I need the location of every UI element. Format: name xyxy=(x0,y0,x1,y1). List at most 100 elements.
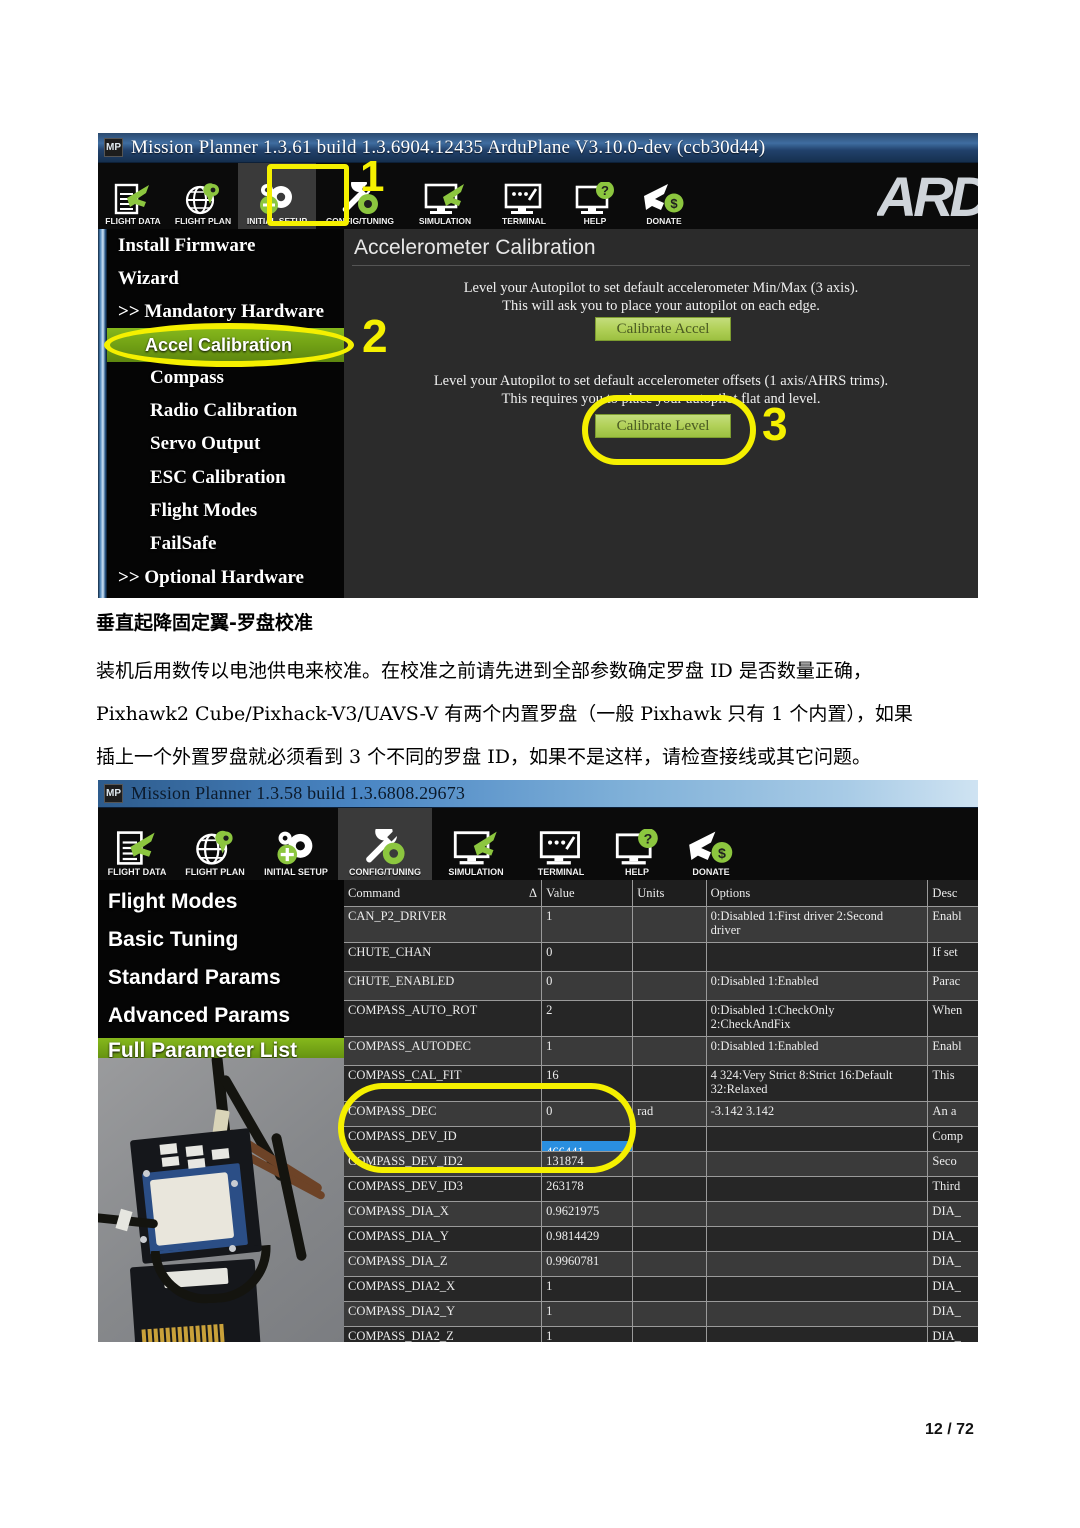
toolbar-button-terminal[interactable]: TERMINAL xyxy=(486,163,562,229)
sidebar-item-compass[interactable]: Compass xyxy=(150,367,224,389)
column-header-desc[interactable]: Desc xyxy=(928,880,978,906)
sidebar-item-servo-output[interactable]: Servo Output xyxy=(150,433,260,455)
setup-sidebar[interactable]: Install Firmware Wizard >> Mandatory Har… xyxy=(98,229,361,598)
cell-value[interactable]: 0.9960781 xyxy=(542,1252,634,1276)
sidebar-item-install-firmware[interactable]: Install Firmware xyxy=(118,235,255,257)
column-header-units[interactable]: Units xyxy=(633,880,707,906)
photo-gps-patch-antenna xyxy=(149,1172,235,1246)
ardupilot-logo: ARD xyxy=(877,163,978,229)
calibrate-level-button[interactable]: Calibrate Level xyxy=(595,414,731,438)
sidebar-item-optional-hardware[interactable]: >> Optional Hardware xyxy=(118,567,304,589)
cell-value[interactable]: 0 xyxy=(542,972,634,1000)
accel-instruction-line-2: This will ask you to place your autopilo… xyxy=(502,298,820,314)
table-row[interactable]: COMPASS_AUTO_ROT 2 0:Disabled 1:CheckOnl… xyxy=(344,1001,978,1037)
toolbar-button-flight-data[interactable]: FLIGHT DATA xyxy=(98,163,168,229)
toolbar-button-flight-plan[interactable]: FLIGHT PLAN xyxy=(168,163,238,229)
table-row[interactable]: CHUTE_ENABLED 0 0:Disabled 1:Enabled Par… xyxy=(344,972,978,1001)
table-row[interactable]: COMPASS_CAL_FIT 16 4 324:Very Strict 8:S… xyxy=(344,1066,978,1102)
svg-text:?: ? xyxy=(601,183,609,198)
cell-command: COMPASS_DIA_Z xyxy=(344,1252,543,1276)
toolbar2-button-simulation[interactable]: SIMULATION xyxy=(432,808,520,880)
sidebar-item-accel-calibration[interactable]: Accel Calibration xyxy=(107,328,361,362)
toolbar2-label-help: HELP xyxy=(624,867,649,877)
sidebar2-item-advanced-params[interactable]: Advanced Params xyxy=(108,1004,290,1028)
sidebar-item-mandatory-hardware[interactable]: >> Mandatory Hardware xyxy=(118,301,324,323)
toolbar2-button-config-tuning[interactable]: CONFIG/TUNING xyxy=(338,808,432,880)
toolbar2-label-config-tuning: CONFIG/TUNING xyxy=(349,867,421,877)
toolbar-label-initial-setup: INITIAL SETUP xyxy=(246,216,308,226)
toolbar2-button-donate[interactable]: $ DONATE xyxy=(672,808,750,880)
sidebar-item-radio-calibration[interactable]: Radio Calibration xyxy=(150,400,297,422)
toolbar2-button-initial-setup[interactable]: INITIAL SETUP xyxy=(254,808,338,880)
cell-command: CAN_P2_DRIVER xyxy=(344,907,543,942)
table-row[interactable]: COMPASS_DIA_Y 0.9814429 DIA_ xyxy=(344,1227,978,1252)
table-row[interactable]: COMPASS_DEV_ID2 131874 Seco xyxy=(344,1152,978,1177)
cell-value[interactable]: 0.9814429 xyxy=(542,1227,634,1251)
calibrate-accel-button[interactable]: Calibrate Accel xyxy=(595,317,731,341)
table-row[interactable]: CAN_P2_DRIVER 1 0:Disabled 1:First drive… xyxy=(344,907,978,943)
sidebar2-item-flight-modes[interactable]: Flight Modes xyxy=(108,890,238,914)
cell-value[interactable]: 263178 xyxy=(542,1177,634,1201)
table-row[interactable]: CHUTE_CHAN 0 If set xyxy=(344,943,978,972)
column-header-options[interactable]: Options xyxy=(707,880,929,906)
terminal-icon xyxy=(538,829,584,867)
toolbar-button-donate[interactable]: $ DONATE xyxy=(628,163,700,229)
sidebar2-item-basic-tuning[interactable]: Basic Tuning xyxy=(108,928,238,952)
cell-value[interactable]: 2 xyxy=(542,1001,634,1036)
cell-value[interactable]: 0 xyxy=(542,1102,634,1126)
main-toolbar-2[interactable]: FLIGHT DATA FLIGHT PLAN INITIAL SETUP CO… xyxy=(98,808,978,880)
toolbar-button-simulation[interactable]: SIMULATION xyxy=(404,163,486,229)
cell-value[interactable]: 466441 xyxy=(542,1127,634,1151)
table-row[interactable]: COMPASS_DIA2_Z 1 DIA_ xyxy=(344,1327,978,1342)
table-row[interactable]: COMPASS_DIA2_Y 1 DIA_ xyxy=(344,1302,978,1327)
sidebar-item-failsafe[interactable]: FailSafe xyxy=(150,533,217,555)
sidebar-item-flight-modes[interactable]: Flight Modes xyxy=(150,500,257,522)
table-row[interactable]: COMPASS_DIA_X 0.9621975 DIA_ xyxy=(344,1202,978,1227)
main-toolbar-1[interactable]: FLIGHT DATA FLIGHT PLAN INITIAL SETUP CO… xyxy=(98,163,978,229)
annotation-number-2: 2 xyxy=(362,310,388,362)
toolbar-label-donate: DONATE xyxy=(646,216,682,226)
sidebar2-item-standard-params[interactable]: Standard Params xyxy=(108,966,281,990)
toolbar2-button-flight-plan[interactable]: FLIGHT PLAN xyxy=(176,808,254,880)
cell-value[interactable]: 1 xyxy=(542,1302,634,1326)
cell-command: COMPASS_AUTO_ROT xyxy=(344,1001,543,1036)
toolbar-button-initial-setup[interactable]: INITIAL SETUP xyxy=(238,163,316,229)
cell-value[interactable]: 1 xyxy=(542,1037,634,1065)
cell-units xyxy=(633,1302,707,1326)
column-header-command[interactable]: Command Δ xyxy=(344,880,543,906)
cell-options xyxy=(707,1327,929,1342)
cell-value[interactable]: 131874 xyxy=(542,1152,634,1176)
table-row[interactable]: COMPASS_DEV_ID3 263178 Third xyxy=(344,1177,978,1202)
toolbar2-button-flight-data[interactable]: FLIGHT DATA xyxy=(98,808,176,880)
toolbar2-label-initial-setup: INITIAL SETUP xyxy=(264,867,328,877)
table-row[interactable]: COMPASS_DEC 0 rad -3.142 3.142 An a xyxy=(344,1102,978,1127)
config-sidebar[interactable]: Flight Modes Basic Tuning Standard Param… xyxy=(98,880,344,1342)
table-row[interactable]: COMPASS_DIA2_X 1 DIA_ xyxy=(344,1277,978,1302)
column-header-command-label: Command xyxy=(348,885,401,900)
table-row[interactable]: COMPASS_AUTODEC 1 0:Disabled 1:Enabled E… xyxy=(344,1037,978,1066)
screenshot-mission-planner-accel: MP Mission Planner 1.3.61 build 1.3.6904… xyxy=(98,133,978,598)
toolbar2-button-help[interactable]: ? HELP xyxy=(602,808,672,880)
flight-data-icon xyxy=(115,829,159,867)
column-header-value[interactable]: Value xyxy=(542,880,634,906)
cell-command: COMPASS_DIA2_Z xyxy=(344,1327,543,1342)
cell-value[interactable]: 1 xyxy=(542,1277,634,1301)
toolbar2-button-terminal[interactable]: TERMINAL xyxy=(520,808,602,880)
cell-desc: DIA_ xyxy=(932,1329,961,1342)
cell-options: 0:Disabled 1:Enabled xyxy=(707,1037,929,1065)
cell-value[interactable]: 1 xyxy=(542,1327,634,1342)
cell-value[interactable]: 1 xyxy=(542,907,634,942)
table-row[interactable]: COMPASS_DIA_Z 0.9960781 DIA_ xyxy=(344,1252,978,1277)
cell-value[interactable]: 0.9621975 xyxy=(542,1202,634,1226)
sidebar-item-wizard[interactable]: Wizard xyxy=(118,268,179,290)
cell-value[interactable]: 16 xyxy=(542,1066,634,1101)
toolbar-button-help[interactable]: ? HELP xyxy=(562,163,628,229)
cell-desc: Comp xyxy=(932,1129,963,1143)
selected-value-field[interactable]: 466441 xyxy=(542,1141,633,1151)
table-row[interactable]: COMPASS_DEV_ID 466441 Comp xyxy=(344,1127,978,1152)
full-parameter-list-table[interactable]: Command Δ Value Units Options Desc CAN_P… xyxy=(344,880,978,1342)
sidebar-item-esc-calibration[interactable]: ESC Calibration xyxy=(150,467,286,489)
cell-desc: An a xyxy=(932,1104,957,1118)
cell-desc: DIA_ xyxy=(932,1254,961,1268)
cell-value[interactable]: 0 xyxy=(542,943,634,971)
